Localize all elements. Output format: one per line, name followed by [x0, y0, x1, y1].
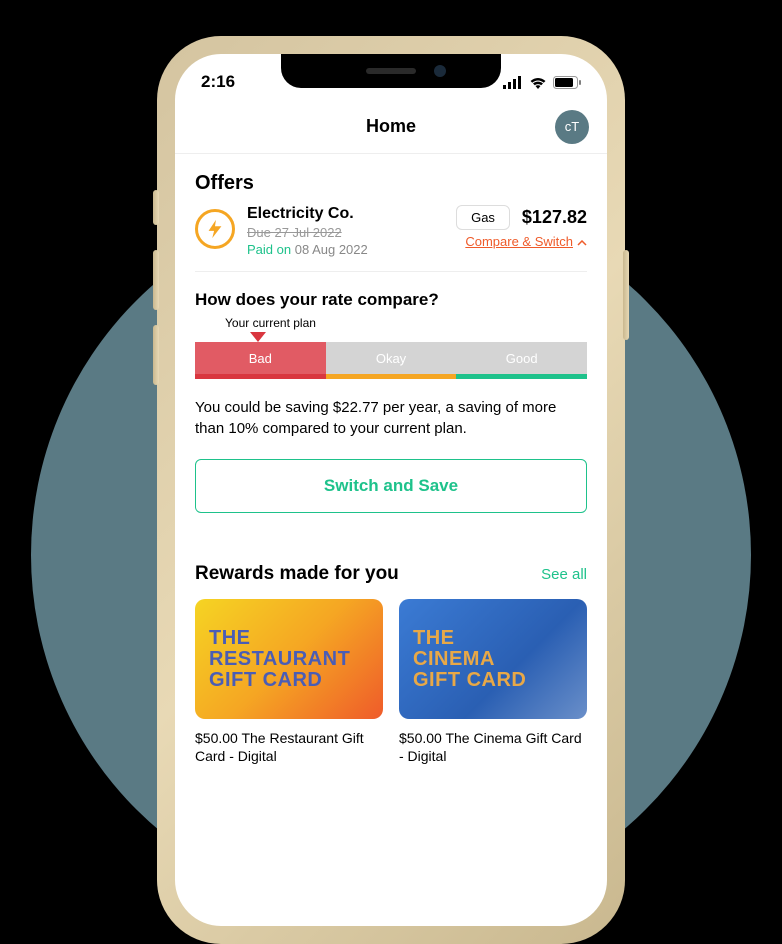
- rate-segment-bad: Bad: [195, 342, 326, 374]
- phone-notch: [281, 54, 501, 88]
- category-chip[interactable]: Gas: [456, 205, 510, 230]
- rate-compare-heading: How does your rate compare?: [195, 290, 587, 310]
- switch-save-button[interactable]: Switch and Save: [195, 459, 587, 513]
- offer-paid-label: Paid on: [247, 242, 291, 257]
- reward-caption: $50.00 The Restaurant Gift Card - Digita…: [195, 729, 383, 765]
- status-time: 2:16: [201, 72, 235, 92]
- rate-segment-good: Good: [456, 342, 587, 374]
- reward-card[interactable]: THE RESTAURANT GIFT CARD $50.00 The Rest…: [195, 599, 383, 765]
- see-all-link[interactable]: See all: [541, 566, 587, 583]
- reward-image: THE CINEMA GIFT CARD: [399, 599, 587, 719]
- offers-heading: Offers: [195, 172, 587, 195]
- page-title: Home: [366, 116, 416, 137]
- chevron-up-icon: [577, 234, 587, 249]
- provider-icon: [195, 209, 235, 249]
- battery-icon: [553, 76, 581, 89]
- reward-image: THE RESTAURANT GIFT CARD: [195, 599, 383, 719]
- reward-caption: $50.00 The Cinema Gift Card - Digital: [399, 729, 587, 765]
- offer-due-date: Due 27 Jul 2022: [247, 225, 444, 240]
- reward-card[interactable]: THE CINEMA GIFT CARD $50.00 The Cinema G…: [399, 599, 587, 765]
- offer-item: Electricity Co. Due 27 Jul 2022 Paid on …: [195, 205, 587, 272]
- current-plan-label: Your current plan: [225, 316, 587, 330]
- signal-icon: [503, 76, 523, 89]
- avatar[interactable]: cT: [555, 110, 589, 144]
- compare-switch-link[interactable]: Compare & Switch: [465, 234, 587, 249]
- savings-message: You could be saving $22.77 per year, a s…: [195, 397, 587, 439]
- app-header: Home cT: [175, 100, 607, 154]
- phone-frame: 2:16 Home cT Offers: [161, 40, 621, 940]
- offer-paid-date: 08 Aug 2022: [295, 242, 368, 257]
- plan-pointer-icon: [250, 332, 266, 342]
- wifi-icon: [529, 76, 547, 89]
- phone-screen: 2:16 Home cT Offers: [175, 54, 607, 926]
- offer-amount: $127.82: [522, 207, 587, 228]
- offer-provider: Electricity Co.: [247, 205, 444, 223]
- rewards-heading: Rewards made for you: [195, 563, 399, 585]
- rate-bar: Bad Okay Good: [195, 342, 587, 374]
- rate-segment-okay: Okay: [326, 342, 457, 374]
